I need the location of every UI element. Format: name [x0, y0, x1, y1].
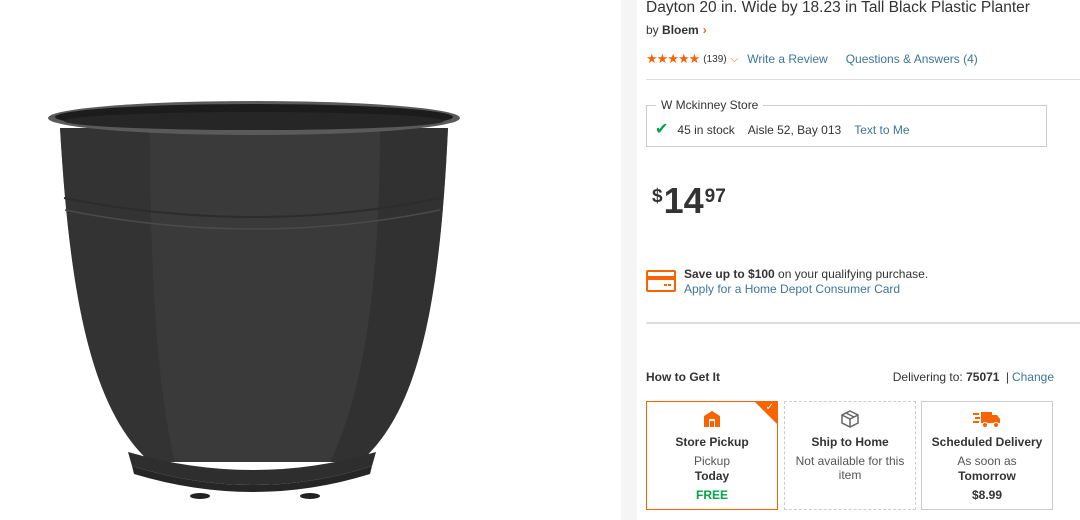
scheduled-line2: Tomorrow	[958, 469, 1016, 483]
page-divider	[621, 0, 637, 520]
delivery-zip: 75071	[966, 370, 1000, 384]
scheduled-title: Scheduled Delivery	[931, 435, 1043, 449]
credit-card-icon	[646, 270, 676, 292]
store-pickup-icon	[704, 411, 720, 427]
credit-offer-suffix: on your qualifying purchase.	[774, 267, 929, 281]
stock-count: 45 in stock	[677, 123, 735, 137]
product-title: Dayton 20 in. Wide by 18.23 in Tall Blac…	[646, 0, 1030, 16]
ship-to-home-option[interactable]: Ship to Home Not available for this item	[784, 401, 916, 510]
product-image[interactable]	[0, 0, 620, 520]
questions-answers-link[interactable]: Questions & Answers (4)	[846, 52, 978, 66]
truck-icon	[973, 412, 1000, 428]
product-info: Dayton 20 in. Wide by 18.23 in Tall Blac…	[646, 0, 1080, 520]
text-to-me-link[interactable]: Text to Me	[854, 123, 909, 137]
brand-line: by Bloem ›	[646, 23, 707, 37]
price: $ 14 97	[652, 181, 726, 221]
credit-offer-prefix: Save up to	[684, 267, 749, 281]
delivering-label: Delivering to:	[892, 370, 963, 384]
box-icon	[841, 410, 859, 428]
stock-row: ✔ 45 in stock Aisle 52, Bay 013 Text to …	[655, 121, 910, 138]
brand-prefix: by	[646, 23, 659, 37]
review-count[interactable]: (139)	[703, 54, 726, 65]
scheduled-line1: As soon as	[957, 454, 1017, 468]
chevron-down-icon[interactable]: ⌵	[731, 54, 739, 65]
star-rating[interactable]: ★★★★★	[646, 51, 700, 67]
check-icon: ✓	[765, 402, 774, 413]
credit-offer-text: Save up to $100 on your qualifying purch…	[684, 267, 928, 297]
check-icon: ✔	[655, 121, 669, 138]
separator: |	[1005, 370, 1009, 384]
how-to-get-it-heading: How to Get It	[646, 370, 720, 384]
pickup-line1: Pickup	[693, 454, 731, 468]
store-name: W Mckinney Store	[656, 98, 764, 112]
write-review-link[interactable]: Write a Review	[747, 52, 827, 66]
delivery-location: Delivering to: 75071 | Change	[893, 370, 1054, 384]
divider	[646, 79, 1080, 80]
scheduled-price: $8.99	[971, 488, 1003, 502]
pickup-price: FREE	[695, 488, 728, 502]
rating-row: ★★★★★ (139) ⌵ Write a Review Questions &…	[646, 51, 978, 67]
pickup-title: Store Pickup	[675, 435, 749, 449]
store-pickup-option[interactable]: ✓ Store Pickup Pickup Today FREE	[646, 401, 778, 510]
divider	[646, 322, 1080, 324]
credit-offer-amount: $100	[748, 267, 775, 281]
chevron-right-icon: ›	[702, 23, 707, 37]
price-cents: 97	[704, 186, 726, 207]
aisle-location: Aisle 52, Bay 013	[747, 123, 842, 137]
store-availability-box: W Mckinney Store ✔ 45 in stock Aisle 52,…	[646, 98, 1047, 147]
apply-card-link[interactable]: Apply for a Home Depot Consumer Card	[684, 282, 928, 297]
pickup-line2: Today	[694, 469, 730, 483]
price-dollars: 14	[663, 180, 704, 221]
ship-line1: Not available for this item	[795, 454, 905, 482]
change-zip-link[interactable]: Change	[1012, 370, 1054, 384]
credit-offer-line1: Save up to $100 on your qualifying purch…	[684, 267, 928, 282]
ship-title: Ship to Home	[811, 435, 889, 449]
price-currency: $	[652, 186, 663, 207]
product-image-pane	[0, 0, 620, 520]
brand-link[interactable]: Bloem	[662, 23, 699, 37]
scheduled-delivery-option[interactable]: Scheduled Delivery As soon as Tomorrow $…	[921, 401, 1053, 510]
